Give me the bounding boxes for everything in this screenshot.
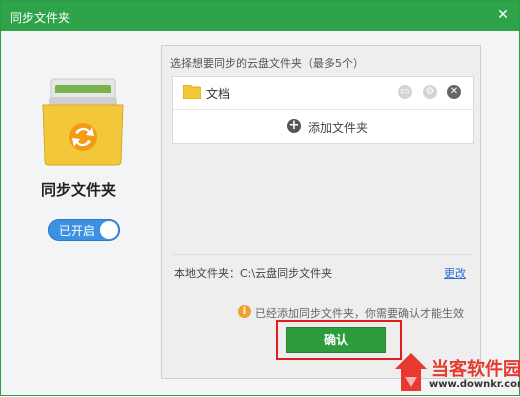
change-link[interactable]: 更改 — [444, 265, 466, 281]
watermark: 当客软件园 www.downkr.com — [393, 349, 520, 397]
window-title: 同步文件夹 — [10, 11, 71, 25]
list-item[interactable]: 文档 ▭ ⚙ ✕ — [173, 77, 473, 110]
gear-icon[interactable]: ⚙ — [423, 85, 437, 99]
close-button[interactable]: ✕ — [495, 7, 511, 23]
plus-icon: + — [287, 118, 301, 133]
watermark-logo-icon — [395, 353, 427, 391]
sync-toggle[interactable]: 已开启 — [48, 219, 120, 241]
folder-list: 文档 ▭ ⚙ ✕ + 添加文件夹 — [172, 76, 474, 144]
add-folder-button[interactable]: + 添加文件夹 — [173, 111, 473, 143]
remove-icon[interactable]: ✕ — [447, 85, 461, 99]
info-icon: i — [238, 305, 251, 318]
watermark-title: 当客软件园 — [431, 359, 520, 380]
open-folder-icon[interactable]: ▭ — [398, 85, 412, 99]
left-pane: 同步文件夹 已开启 — [1, 31, 156, 395]
title-bar: 同步文件夹 ✕ — [1, 1, 519, 31]
folder-name: 文档 — [206, 87, 231, 101]
sync-folder-icon — [42, 78, 124, 166]
notice-text: 已经添加同步文件夹，你需要确认才能生效 — [255, 307, 464, 320]
panel-heading: 选择想要同步的云盘文件夹（最多5个） — [170, 57, 364, 70]
folder-name-heading: 同步文件夹 — [40, 181, 116, 199]
folder-icon — [183, 85, 201, 99]
toggle-knob — [100, 221, 118, 239]
sync-folder-dialog: 同步文件夹 ✕ 同步文件夹 已开启 选择想要同步的云盘文件夹（最多5个） 文档 … — [0, 0, 520, 396]
watermark-url: www.downkr.com — [429, 379, 520, 390]
add-folder-label: 添加文件夹 — [308, 121, 369, 135]
folder-settings-panel: 选择想要同步的云盘文件夹（最多5个） 文档 ▭ ⚙ ✕ + 添加文件夹 本地文件… — [161, 45, 481, 379]
divider — [172, 254, 472, 255]
toggle-label: 已开启 — [59, 224, 96, 238]
confirm-button[interactable]: 确认 — [286, 327, 386, 353]
local-folder-path: 本地文件夹：C:\云盘同步文件夹 — [174, 267, 333, 280]
